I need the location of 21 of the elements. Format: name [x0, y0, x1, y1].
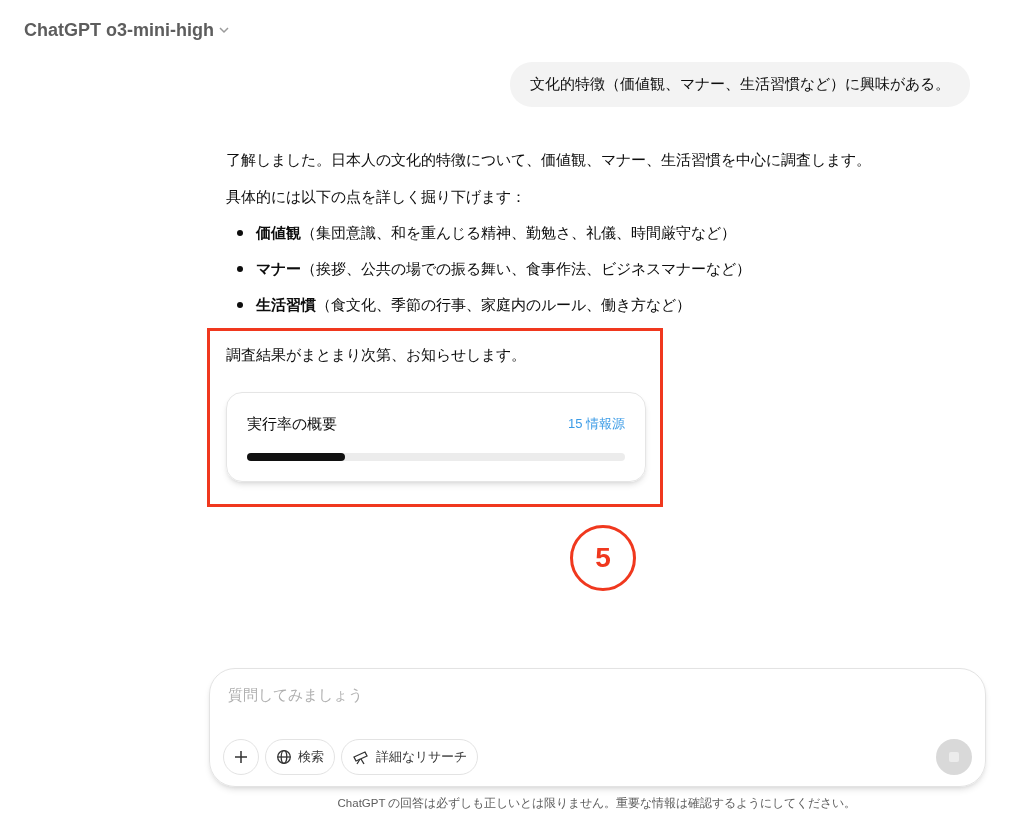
- card-title: 実行率の概要: [247, 413, 337, 434]
- message-input[interactable]: 質問してみましょう: [228, 681, 948, 707]
- bullet-text: 生活習慣（食文化、季節の行事、家庭内のルール、働き方など）: [256, 294, 691, 315]
- bullet-text: マナー（挨拶、公共の場での振る舞い、食事作法、ビジネスマナーなど）: [256, 258, 751, 279]
- message-text: 調査結果がまとまり次第、お知らせします。: [226, 344, 527, 365]
- telescope-icon: [352, 749, 370, 765]
- research-card[interactable]: 実行率の概要 15 情報源: [226, 391, 646, 482]
- user-message: 文化的特徴（価値観、マナー、生活習慣など）に興味がある。: [510, 62, 970, 107]
- stop-button[interactable]: [936, 739, 972, 775]
- message-text: 具体的には以下の点を詳しく掘り下げます：: [226, 186, 527, 207]
- bullet-icon: [237, 229, 243, 236]
- annotation-number: 5: [570, 525, 636, 591]
- bullet-icon: [237, 265, 243, 272]
- globe-icon: [276, 749, 292, 765]
- bullet-text: 価値観（集団意識、和を重んじる精神、勤勉さ、礼儀、時間厳守など）: [256, 222, 736, 243]
- message-text: 了解しました。日本人の文化的特徴について、価値観、マナー、生活習慣を中心に調査します。: [226, 149, 872, 170]
- plus-icon: [233, 749, 249, 765]
- chevron-down-icon[interactable]: [218, 24, 230, 36]
- model-title[interactable]: ChatGPT o3-mini-high: [24, 16, 214, 44]
- disclaimer-text: ChatGPT の回答は必ずしも正しいとは限りません。重要な情報は確認するようにしてください。: [336, 796, 858, 812]
- bullet-icon: [237, 301, 243, 308]
